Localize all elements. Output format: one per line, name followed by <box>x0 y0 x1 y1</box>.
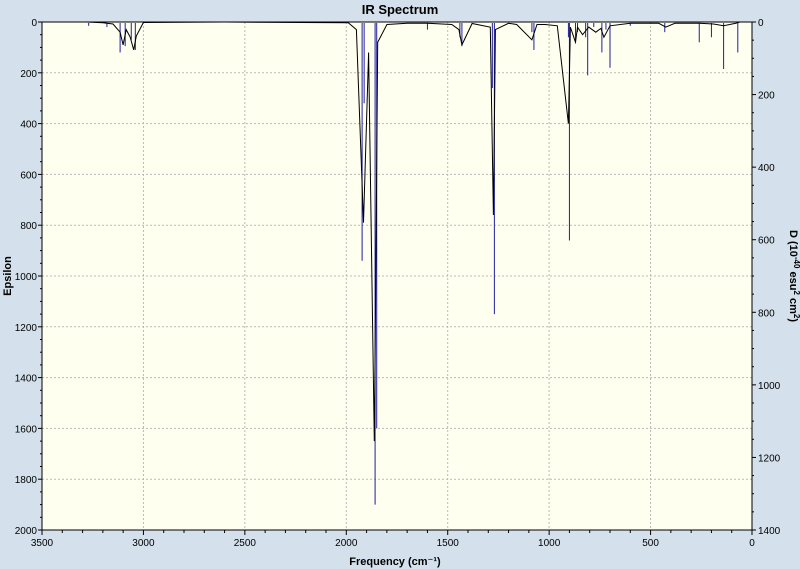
y-left-tick-label: 400 <box>20 120 37 131</box>
y-left-tick-label: 1800 <box>15 475 38 486</box>
y-left-tick-label: 1600 <box>15 424 38 435</box>
x-tick-label: 1500 <box>437 538 460 549</box>
y-left-tick-label: 1200 <box>15 323 38 334</box>
y-left-tick-label: 800 <box>20 221 37 232</box>
y-right-tick-label: 400 <box>758 163 775 174</box>
x-tick-label: 3500 <box>31 538 54 549</box>
x-tick-label: 1000 <box>538 538 561 549</box>
y-left-tick-label: 200 <box>20 69 37 80</box>
x-axis-label: Frequency (cm⁻¹) <box>349 556 441 568</box>
y-right-tick-label: 0 <box>758 18 764 29</box>
y-axis-label-left: Epsilon <box>2 256 14 296</box>
x-tick-label: 0 <box>749 538 755 549</box>
y-left-tick-label: 2000 <box>15 526 38 537</box>
x-tick-label: 500 <box>642 538 659 549</box>
x-tick-label: 3000 <box>132 538 155 549</box>
y-right-tick-label: 600 <box>758 236 775 247</box>
y-left-tick-label: 1400 <box>15 374 38 385</box>
x-tick-label: 2500 <box>234 538 257 549</box>
ir-spectrum-chart: 3500 3000 2500 2000 1500 1000 500 0020040060080… <box>2 2 800 568</box>
y-axis-label-right: D (10-40 esu2 cm2) <box>787 230 800 322</box>
chart-title: IR Spectrum <box>362 2 439 17</box>
y-left-tick-label: 0 <box>31 18 37 29</box>
y-left-tick-label: 1000 <box>15 272 38 283</box>
y-right-tick-label: 1400 <box>758 526 781 537</box>
plot-area <box>42 22 752 530</box>
y-right-tick-label: 1000 <box>758 381 781 392</box>
y-left-tick-label: 600 <box>20 170 37 181</box>
y-right-tick-label: 200 <box>758 91 775 102</box>
y-right-tick-label: 800 <box>758 308 775 319</box>
x-tick-label: 2000 <box>335 538 358 549</box>
y-right-tick-label: 1200 <box>758 453 781 464</box>
